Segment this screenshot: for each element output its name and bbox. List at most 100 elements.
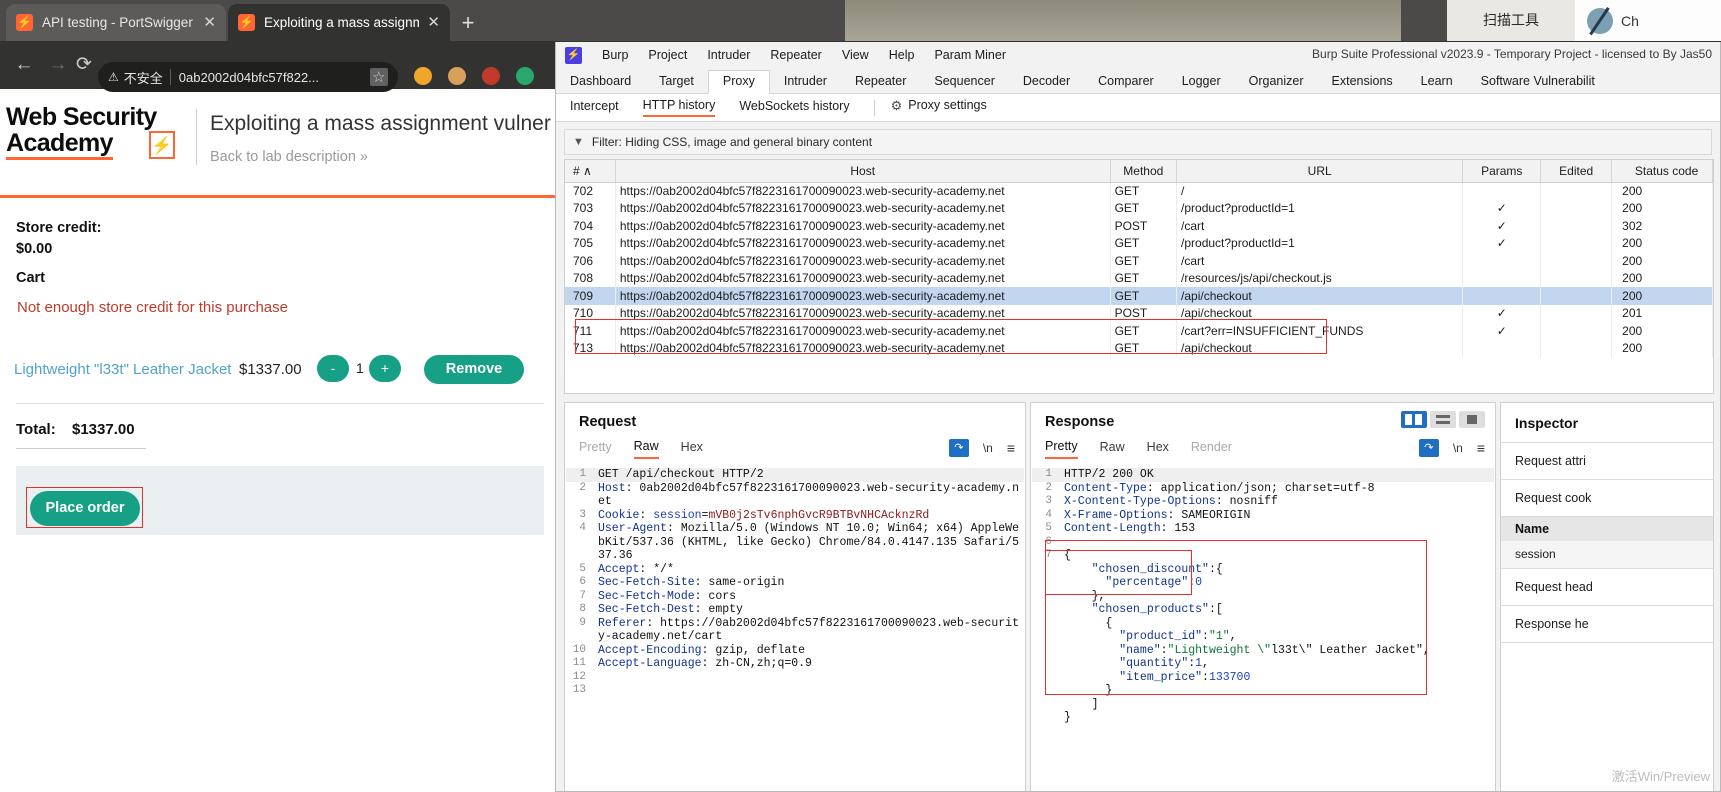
menu-repeater[interactable]: Repeater — [760, 48, 831, 62]
tab-sequencer[interactable]: Sequencer — [920, 71, 1008, 93]
tab-repeater[interactable]: Repeater — [841, 71, 920, 93]
proxy-settings-button[interactable]: ⚙ Proxy settings — [891, 98, 987, 117]
stacked-view-icon[interactable] — [1430, 411, 1456, 428]
http-history-table-container[interactable]: # ∧ Host Method URL Params Edited Status… — [564, 159, 1714, 394]
menu-view[interactable]: View — [832, 48, 879, 62]
inspector-request-headers[interactable]: Request head — [1501, 569, 1713, 606]
request-tab-pretty[interactable]: Pretty — [579, 440, 612, 458]
tab-logger[interactable]: Logger — [1168, 71, 1235, 93]
col-header-status-code[interactable]: Status code — [1611, 160, 1713, 183]
cell-edited — [1540, 182, 1613, 200]
tab-dashboard[interactable]: Dashboard — [556, 71, 645, 93]
tab-proxy[interactable]: Proxy — [707, 70, 770, 94]
response-menu-icon[interactable]: ≡ — [1477, 440, 1485, 456]
request-tab-raw[interactable]: Raw — [633, 439, 659, 459]
newline-icon[interactable]: \n — [983, 441, 993, 455]
line-text — [1058, 536, 1494, 550]
word-wrap-icon[interactable]: ↷ — [1418, 439, 1439, 457]
single-view-icon[interactable] — [1459, 411, 1485, 428]
table-row[interactable]: 704 https://0ab2002d04bfc57f8223161700090… — [565, 217, 1713, 235]
cell-method: POST — [1110, 304, 1178, 322]
line-number: 3 — [579, 508, 586, 521]
inspector-cookie-row[interactable]: session — [1501, 541, 1713, 569]
menu-intruder[interactable]: Intruder — [697, 48, 760, 62]
col-header-url[interactable]: URL — [1176, 160, 1464, 183]
tab-extensions[interactable]: Extensions — [1318, 71, 1407, 93]
close-tab-1-icon[interactable]: ✕ — [427, 15, 440, 30]
extension-icon-1[interactable] — [414, 67, 432, 85]
extension-cookie-icon[interactable] — [448, 67, 466, 85]
table-row[interactable]: 711 https://0ab2002d04bfc57f8223161700090… — [565, 322, 1713, 340]
new-tab-button[interactable]: + — [455, 10, 481, 36]
table-row[interactable]: 702 https://0ab2002d04bfc57f8223161700090… — [565, 182, 1713, 200]
cart-item-name-link[interactable]: Lightweight "l33t" Leather Jacket — [14, 361, 231, 378]
menu-help[interactable]: Help — [879, 48, 925, 62]
table-row[interactable]: 703 https://0ab2002d04bfc57f8223161700090… — [565, 199, 1713, 217]
filter-bar[interactable]: ▼ Filter: Hiding CSS, image and general … — [564, 129, 1712, 155]
tab-software-vulnerability[interactable]: Software Vulnerabilit — [1467, 71, 1609, 93]
tab-target[interactable]: Target — [645, 71, 708, 93]
code-line: 7 Sec-Fetch-Mode: cors — [566, 590, 1024, 604]
tab-comparer[interactable]: Comparer — [1084, 71, 1168, 93]
inspector-request-cookies[interactable]: Request cook — [1501, 480, 1713, 517]
table-row[interactable]: 710 https://0ab2002d04bfc57f8223161700090… — [565, 304, 1713, 322]
response-tab-hex[interactable]: Hex — [1147, 440, 1169, 458]
tab-intruder[interactable]: Intruder — [770, 71, 841, 93]
menu-param-miner[interactable]: Param Miner — [924, 48, 1016, 62]
extension-icon-4[interactable] — [516, 67, 534, 85]
close-tab-0-icon[interactable]: ✕ — [203, 15, 216, 30]
col-header-edited[interactable]: Edited — [1540, 160, 1613, 183]
line-number: 10 — [572, 643, 586, 656]
bookmark-star-icon[interactable]: ☆ — [372, 68, 385, 86]
response-tab-pretty[interactable]: Pretty — [1045, 439, 1078, 459]
cell-host: https://0ab2002d04bfc57f8223161700090023… — [615, 199, 1111, 217]
col-header-host[interactable]: Host — [615, 160, 1111, 183]
request-menu-icon[interactable]: ≡ — [1007, 440, 1015, 456]
response-tab-raw[interactable]: Raw — [1100, 440, 1125, 458]
back-icon[interactable]: ← — [12, 54, 36, 78]
table-row[interactable]: 705 https://0ab2002d04bfc57f8223161700090… — [565, 234, 1713, 252]
response-pretty-content[interactable]: 1 HTTP/2 200 OK 2 Content-Type: application… — [1032, 468, 1494, 790]
table-row[interactable]: 708 https://0ab2002d04bfc57f8223161700090… — [565, 269, 1713, 287]
inspector-request-attributes[interactable]: Request attri — [1501, 443, 1713, 480]
line-number: 3 — [1045, 495, 1052, 507]
menu-burp[interactable]: Burp — [592, 48, 638, 62]
browser-tab-1[interactable]: Exploiting a mass assignment v ✕ — [228, 4, 450, 41]
reload-icon[interactable]: ⟳ — [72, 54, 96, 78]
back-to-lab-description-link[interactable]: Back to lab description » — [210, 149, 368, 165]
newline-icon[interactable]: \n — [1453, 441, 1463, 455]
place-order-button[interactable]: Place order — [30, 491, 140, 526]
col-header-params[interactable]: Params — [1462, 160, 1542, 183]
subtab-intercept[interactable]: Intercept — [570, 99, 619, 116]
browser-tab-0[interactable]: API testing - PortSwigger ✕ — [6, 4, 226, 41]
inspector-response-headers[interactable]: Response he — [1501, 606, 1713, 643]
request-tab-hex[interactable]: Hex — [681, 440, 703, 458]
line-text: Content-Length: 153 — [1064, 522, 1196, 535]
subtab-http-history[interactable]: HTTP history — [642, 98, 716, 117]
tab-learn[interactable]: Learn — [1407, 71, 1467, 93]
cell-method: GET — [1110, 182, 1178, 200]
increase-quantity-button[interactable]: + — [369, 355, 401, 382]
col-header-method[interactable]: Method — [1110, 160, 1178, 183]
word-wrap-icon[interactable]: ↷ — [948, 439, 969, 457]
filter-funnel-icon: ▼ — [573, 136, 584, 148]
tab-organizer[interactable]: Organizer — [1235, 71, 1318, 93]
table-row[interactable]: 709 https://0ab2002d04bfc57f8223161700090… — [565, 287, 1713, 305]
chrome-profile-pill[interactable]: Ch — [1575, 0, 1721, 41]
remove-item-button[interactable]: Remove — [424, 355, 524, 384]
extension-icon-3[interactable] — [482, 67, 500, 85]
col-header-number[interactable]: # ∧ — [565, 160, 616, 183]
tab-decoder[interactable]: Decoder — [1009, 71, 1084, 93]
scan-tool-button[interactable]: 扫描工具 — [1447, 0, 1575, 41]
code-line: ] — [1032, 698, 1494, 712]
menu-project[interactable]: Project — [638, 48, 697, 62]
table-row[interactable]: 713 https://0ab2002d04bfc57f8223161700090… — [565, 339, 1713, 357]
decrease-quantity-button[interactable]: - — [317, 355, 349, 382]
line-number: 6 — [579, 576, 586, 588]
request-raw-content[interactable]: 1 GET /api/checkout HTTP/2 2 Host: 0ab2002d… — [566, 468, 1024, 790]
web-security-academy-logo[interactable]: Web Security Academy ⚡ — [6, 104, 181, 160]
split-view-icon[interactable] — [1401, 411, 1427, 428]
subtab-websockets-history[interactable]: WebSockets history — [739, 99, 849, 116]
table-row[interactable]: 706 https://0ab2002d04bfc57f8223161700090… — [565, 252, 1713, 270]
address-bar[interactable]: ⚠ 不安全 0ab2002d04bfc57f822... — [98, 62, 398, 92]
